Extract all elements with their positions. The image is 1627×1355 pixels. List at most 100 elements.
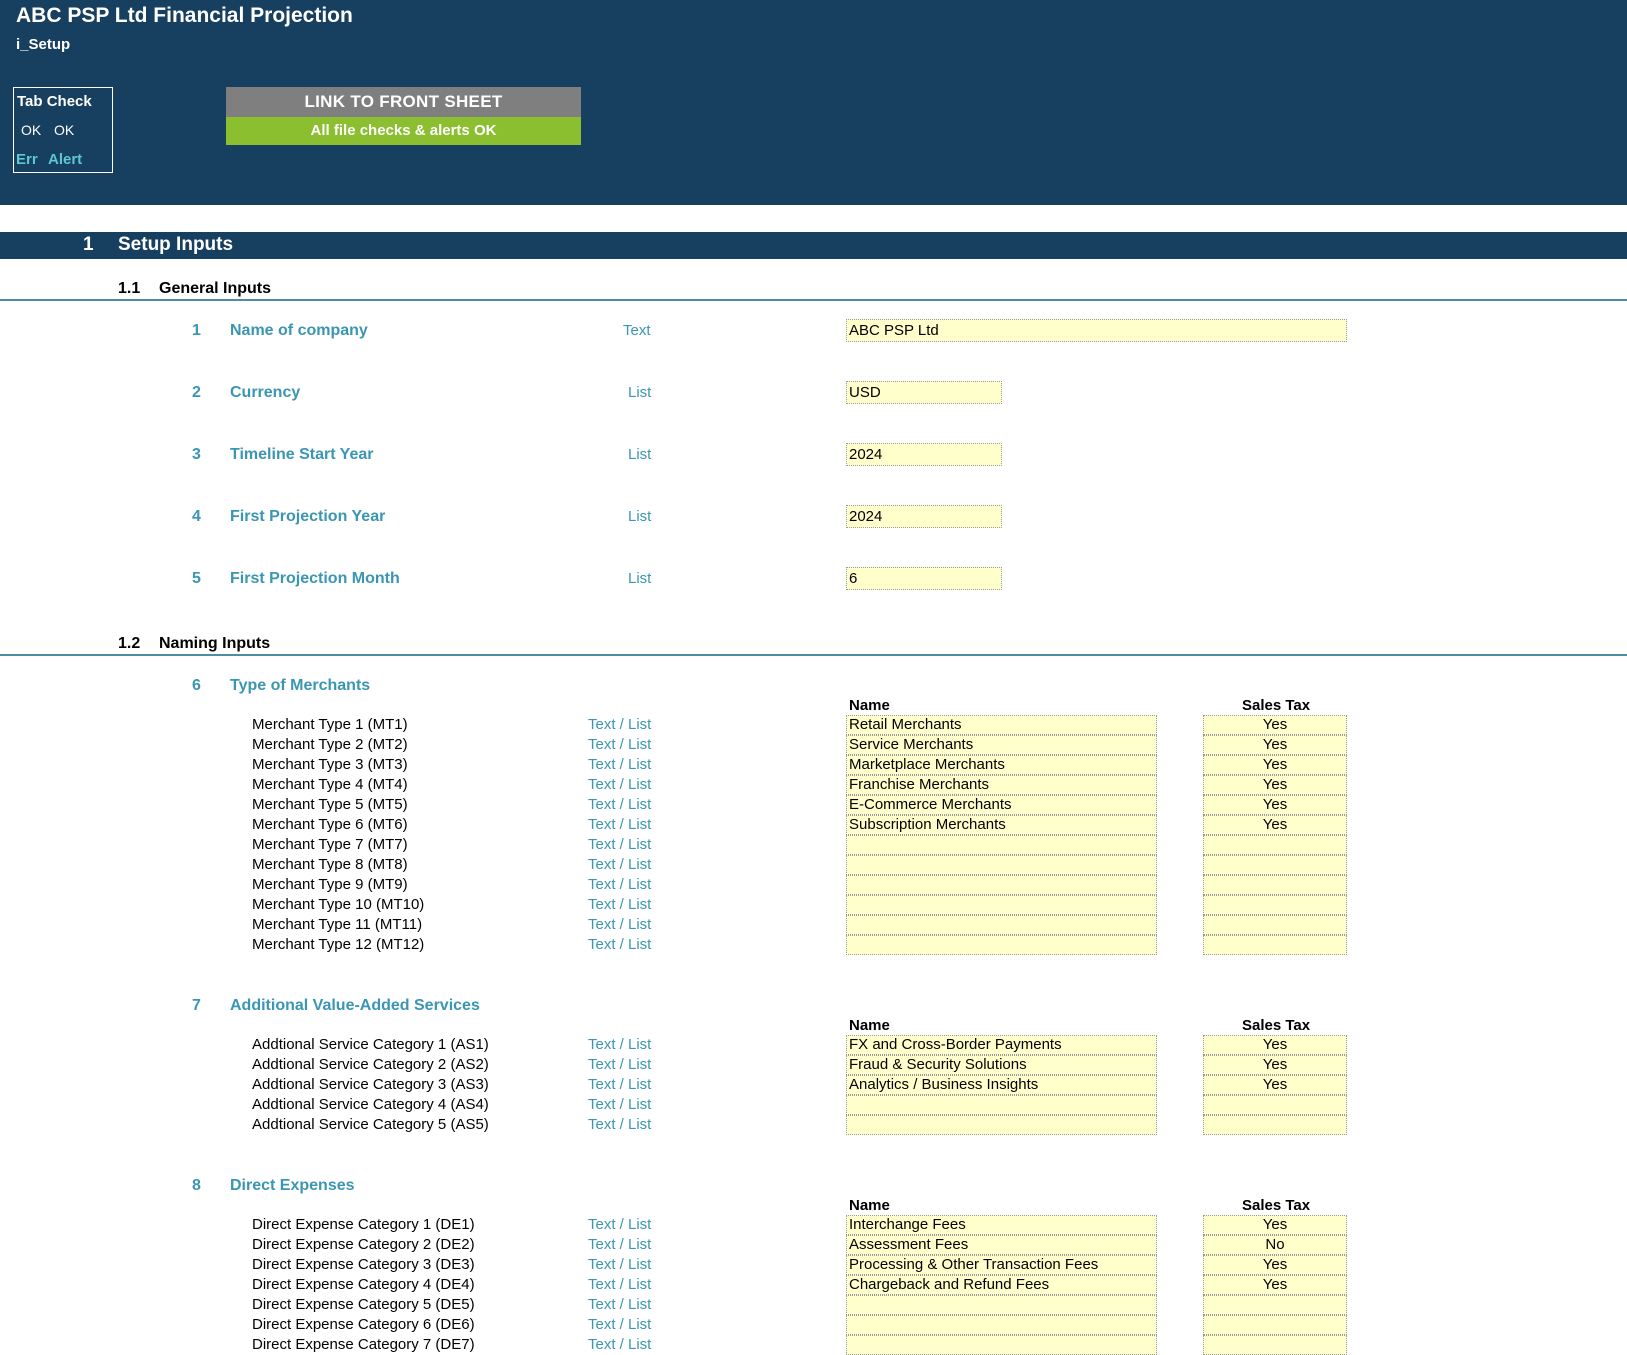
subsection-number: 1.1 bbox=[118, 280, 141, 297]
name-input-cell[interactable]: E-Commerce Merchants bbox=[846, 795, 1157, 815]
sales-tax-select-cell[interactable] bbox=[1203, 935, 1347, 955]
sales-tax-select-cell[interactable]: Yes bbox=[1203, 1075, 1347, 1095]
row-label: Direct Expense Category 1 (DE1) bbox=[252, 1216, 475, 1233]
name-input-cell[interactable] bbox=[846, 935, 1157, 955]
sheet-name: i_Setup bbox=[16, 36, 71, 53]
name-input-cell[interactable]: Fraud & Security Solutions bbox=[846, 1055, 1157, 1075]
sales-tax-select-cell[interactable]: Yes bbox=[1203, 1255, 1347, 1275]
sales-tax-select-cell[interactable] bbox=[1203, 895, 1347, 915]
name-input-cell[interactable] bbox=[846, 1095, 1157, 1115]
name-input-cell[interactable]: Marketplace Merchants bbox=[846, 755, 1157, 775]
row-label: Merchant Type 8 (MT8) bbox=[252, 856, 408, 873]
sales-tax-select-cell[interactable] bbox=[1203, 915, 1347, 935]
group-label: Additional Value-Added Services bbox=[230, 997, 480, 1014]
tab-check-ok: OK bbox=[21, 122, 42, 138]
sales-tax-select-cell[interactable]: Yes bbox=[1203, 1215, 1347, 1235]
company-name-input[interactable]: ABC PSP Ltd bbox=[846, 319, 1347, 342]
sales-tax-select-cell[interactable] bbox=[1203, 1115, 1347, 1135]
sales-tax-select-cell[interactable]: Yes bbox=[1203, 795, 1347, 815]
sales-tax-select-cell[interactable] bbox=[1203, 1335, 1347, 1355]
name-input-cell[interactable] bbox=[846, 855, 1157, 875]
sales-tax-select-cell[interactable] bbox=[1203, 855, 1347, 875]
name-input-cell[interactable]: Franchise Merchants bbox=[846, 775, 1157, 795]
sales-tax-select-cell[interactable] bbox=[1203, 1095, 1347, 1115]
name-input-cell[interactable]: Retail Merchants bbox=[846, 715, 1157, 735]
name-column-header: Name bbox=[849, 1197, 890, 1214]
name-input-cell[interactable]: Processing & Other Transaction Fees bbox=[846, 1255, 1157, 1275]
name-input-cell[interactable]: Subscription Merchants bbox=[846, 815, 1157, 835]
sales-tax-select-cell[interactable]: No bbox=[1203, 1235, 1347, 1255]
input-type: Text / List bbox=[588, 836, 652, 853]
input-type: Text / List bbox=[588, 1076, 652, 1093]
sales-tax-select-cell[interactable]: Yes bbox=[1203, 815, 1347, 835]
name-input-cell[interactable]: FX and Cross-Border Payments bbox=[846, 1035, 1157, 1055]
file-checks-status: All file checks & alerts OK bbox=[226, 117, 581, 145]
name-column-header: Name bbox=[849, 697, 890, 714]
input-type: Text / List bbox=[588, 1216, 652, 1233]
row-label: Addtional Service Category 2 (AS2) bbox=[252, 1056, 489, 1073]
sales-tax-select-cell[interactable]: Yes bbox=[1203, 1055, 1347, 1075]
input-type: Text / List bbox=[588, 1036, 652, 1053]
tab-check-box: Tab Check OK OK Err Alert bbox=[13, 87, 113, 173]
question-number: 7 bbox=[192, 997, 201, 1014]
sales-tax-select-cell[interactable]: Yes bbox=[1203, 1035, 1347, 1055]
input-type: List bbox=[628, 384, 652, 401]
sales-tax-select-cell[interactable]: Yes bbox=[1203, 755, 1347, 775]
sales-tax-select-cell[interactable]: Yes bbox=[1203, 735, 1347, 755]
subsection-rule bbox=[0, 299, 1627, 301]
question-label: Name of company bbox=[230, 322, 368, 339]
subsection-title: General Inputs bbox=[159, 280, 272, 297]
input-type: Text / List bbox=[588, 1056, 652, 1073]
input-type: Text bbox=[623, 322, 651, 339]
row-label: Direct Expense Category 7 (DE7) bbox=[252, 1336, 475, 1353]
name-input-cell[interactable] bbox=[846, 1315, 1157, 1335]
input-type: Text / List bbox=[588, 916, 652, 933]
input-type: Text / List bbox=[588, 856, 652, 873]
first-projection-year-select[interactable]: 2024 bbox=[846, 505, 1002, 528]
subsection-rule bbox=[0, 654, 1627, 656]
sales-tax-select-cell[interactable]: Yes bbox=[1203, 1275, 1347, 1295]
name-input-cell[interactable] bbox=[846, 895, 1157, 915]
subsection-title: Naming Inputs bbox=[159, 635, 271, 652]
link-to-front-sheet-button[interactable]: LINK TO FRONT SHEET bbox=[226, 87, 581, 117]
input-type: Text / List bbox=[588, 776, 652, 793]
sales-tax-select-cell[interactable] bbox=[1203, 875, 1347, 895]
input-type: Text / List bbox=[588, 796, 652, 813]
sales-tax-select-cell[interactable] bbox=[1203, 1295, 1347, 1315]
name-input-cell[interactable] bbox=[846, 915, 1157, 935]
header-band: ABC PSP Ltd Financial Projection i_Setup… bbox=[0, 0, 1627, 205]
sales-tax-select-cell[interactable] bbox=[1203, 835, 1347, 855]
sales-tax-select-cell[interactable]: Yes bbox=[1203, 715, 1347, 735]
row-label: Merchant Type 11 (MT11) bbox=[252, 916, 423, 933]
workbook-title: ABC PSP Ltd Financial Projection bbox=[16, 4, 353, 27]
section-title: Setup Inputs bbox=[118, 234, 234, 255]
name-input-cell[interactable] bbox=[846, 1295, 1157, 1315]
row-label: Direct Expense Category 5 (DE5) bbox=[252, 1296, 475, 1313]
name-input-cell[interactable]: Chargeback and Refund Fees bbox=[846, 1275, 1157, 1295]
timeline-start-year-select[interactable]: 2024 bbox=[846, 443, 1002, 466]
question-label: First Projection Year bbox=[230, 508, 386, 525]
sales-tax-select-cell[interactable] bbox=[1203, 1315, 1347, 1335]
row-label: Addtional Service Category 3 (AS3) bbox=[252, 1076, 489, 1093]
sales-tax-select-cell[interactable]: Yes bbox=[1203, 775, 1347, 795]
input-type: Text / List bbox=[588, 936, 652, 953]
currency-select[interactable]: USD bbox=[846, 381, 1002, 404]
name-input-cell[interactable]: Service Merchants bbox=[846, 735, 1157, 755]
name-input-cell[interactable] bbox=[846, 835, 1157, 855]
row-label: Merchant Type 6 (MT6) bbox=[252, 816, 408, 833]
question-number: 2 bbox=[192, 384, 201, 401]
name-input-cell[interactable]: Interchange Fees bbox=[846, 1215, 1157, 1235]
question-label: Currency bbox=[230, 384, 301, 401]
tab-check-err: Err bbox=[16, 151, 38, 168]
name-input-cell[interactable]: Analytics / Business Insights bbox=[846, 1075, 1157, 1095]
row-label: Merchant Type 7 (MT7) bbox=[252, 836, 408, 853]
sales-tax-column-header: Sales Tax bbox=[1242, 1197, 1311, 1214]
row-label: Merchant Type 3 (MT3) bbox=[252, 756, 408, 773]
name-input-cell[interactable] bbox=[846, 875, 1157, 895]
input-type: Text / List bbox=[588, 816, 652, 833]
input-type: Text / List bbox=[588, 896, 652, 913]
name-input-cell[interactable] bbox=[846, 1115, 1157, 1135]
name-input-cell[interactable] bbox=[846, 1335, 1157, 1355]
first-projection-month-select[interactable]: 6 bbox=[846, 567, 1002, 590]
name-input-cell[interactable]: Assessment Fees bbox=[846, 1235, 1157, 1255]
